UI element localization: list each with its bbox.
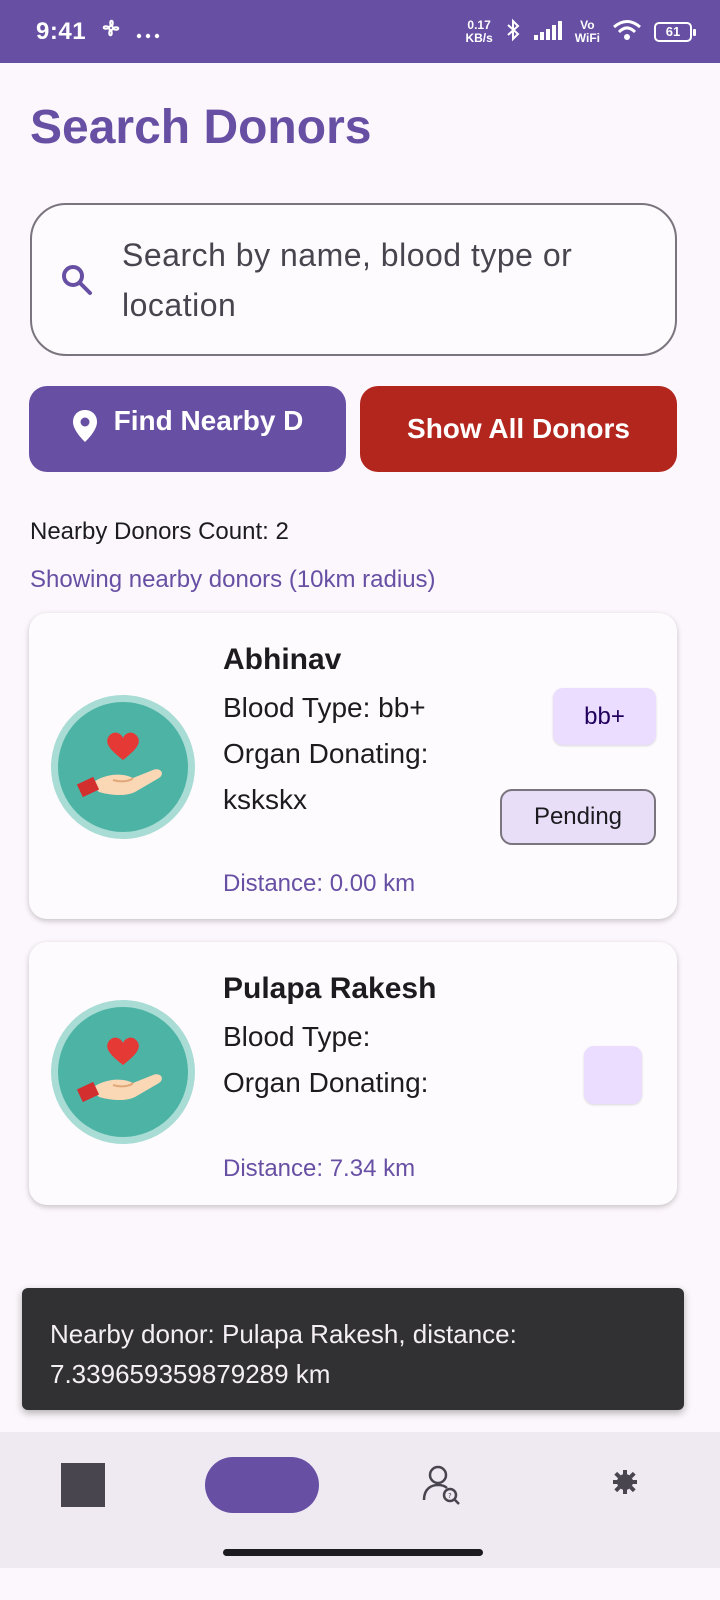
find-nearby-label: Find Nearby D bbox=[113, 405, 304, 436]
donor-organ: Organ Donating: kskskx bbox=[223, 738, 429, 815]
home-indicator[interactable] bbox=[223, 1549, 483, 1556]
search-icon bbox=[32, 263, 122, 297]
svg-text:?: ? bbox=[448, 1492, 452, 1500]
search-input[interactable]: Search by name, blood type or location bbox=[30, 203, 677, 356]
donate-heart-hand-icon bbox=[76, 732, 162, 798]
active-tab-pill[interactable] bbox=[205, 1457, 319, 1513]
blood-type-chip[interactable]: bb+ bbox=[553, 688, 656, 745]
net-speed: 0.17 KB/s bbox=[465, 17, 493, 45]
vowifi-label: Vo WiFi bbox=[574, 17, 600, 45]
bluetooth-icon bbox=[505, 18, 521, 45]
home-square-icon[interactable] bbox=[61, 1463, 105, 1507]
donor-distance: Distance: 7.34 km bbox=[223, 1155, 416, 1182]
location-pin-icon bbox=[72, 409, 98, 450]
status-bar: 9:41 0.17 KB/s Vo WiFi 61 bbox=[0, 0, 720, 63]
donate-heart-hand-icon bbox=[76, 1037, 162, 1103]
status-time: 9:41 bbox=[36, 17, 87, 45]
user-search-icon[interactable]: ? bbox=[420, 1462, 464, 1511]
nearby-count-text: Nearby Donors Count: 2 bbox=[30, 518, 289, 545]
donor-blood-type: Blood Type: bbox=[223, 1021, 371, 1052]
settings-gear-icon[interactable] bbox=[608, 1465, 642, 1504]
donor-avatar bbox=[51, 695, 195, 839]
status-chip[interactable]: Pending bbox=[500, 789, 656, 845]
show-all-label: Show All Donors bbox=[407, 413, 630, 444]
blood-type-chip[interactable] bbox=[584, 1046, 642, 1104]
more-dots-icon bbox=[136, 18, 160, 46]
donor-organ: Organ Donating: bbox=[223, 1067, 429, 1098]
donor-card[interactable]: Abhinav Blood Type: bb+ Organ Donating: … bbox=[29, 613, 677, 919]
bottom-nav: ? bbox=[0, 1432, 720, 1568]
search-placeholder: Search by name, blood type or location bbox=[122, 236, 573, 323]
toast-message: Nearby donor: Pulapa Rakesh, distance: 7… bbox=[22, 1288, 684, 1410]
donor-blood-type: Blood Type: bb+ bbox=[223, 692, 426, 723]
radius-text: Showing nearby donors (10km radius) bbox=[30, 566, 436, 593]
donor-card[interactable]: Pulapa Rakesh Blood Type: Organ Donating… bbox=[29, 942, 677, 1205]
find-nearby-button[interactable]: Find Nearby D bbox=[29, 386, 346, 472]
donor-distance: Distance: 0.00 km bbox=[223, 870, 416, 897]
battery-icon: 61 bbox=[654, 21, 696, 42]
signal-icon bbox=[533, 20, 563, 43]
page-title: Search Donors bbox=[30, 101, 372, 154]
wifi-icon bbox=[612, 19, 642, 44]
fan-icon bbox=[100, 17, 122, 46]
donor-name: Abhinav bbox=[223, 643, 342, 676]
donor-name: Pulapa Rakesh bbox=[223, 972, 437, 1005]
donor-avatar bbox=[51, 1000, 195, 1144]
show-all-donors-button[interactable]: Show All Donors bbox=[360, 386, 677, 472]
